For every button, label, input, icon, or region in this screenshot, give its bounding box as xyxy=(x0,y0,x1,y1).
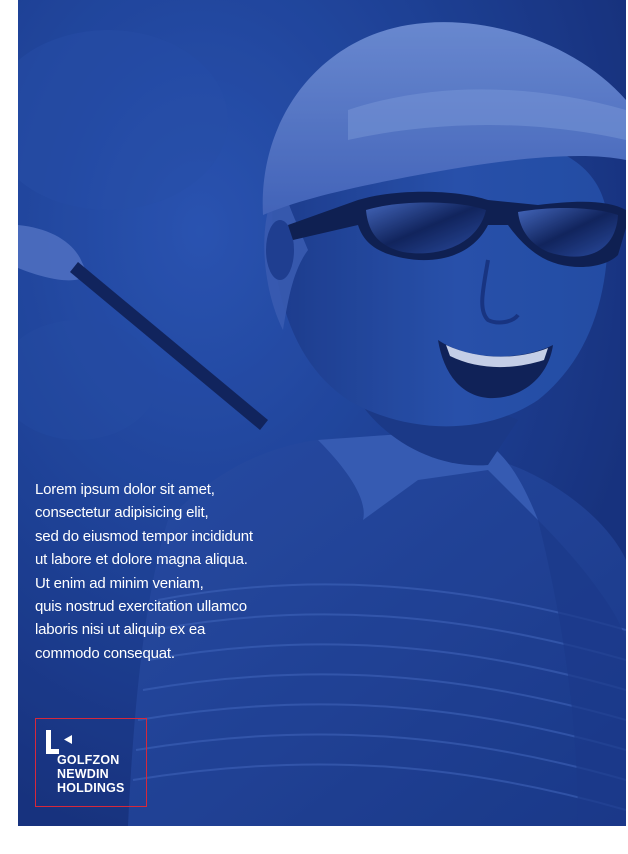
body-line: Ut enim ad minim veniam, xyxy=(35,574,204,592)
golfer-photo xyxy=(18,0,626,826)
body-line: laboris nisi ut aliquip ex ea xyxy=(35,621,206,639)
company-logo: GOLFZON NEWDIN HOLDINGS xyxy=(35,718,147,807)
logo-word: NEWDIN xyxy=(57,767,109,781)
body-line: quis nostrud exercitation ullamco xyxy=(35,598,247,616)
body-line: commodo consequat. xyxy=(35,644,175,662)
body-paragraph: Lorem ipsum dolor sit amet, consectetur … xyxy=(35,478,335,665)
body-line: consectetur adipisicing elit, xyxy=(35,504,209,522)
logo-word: HOLDINGS xyxy=(57,781,125,795)
golfzon-logo-mark-icon xyxy=(46,730,72,754)
brochure-page: Lorem ipsum dolor sit amet, consectetur … xyxy=(0,0,628,854)
body-line: sed do eiusmod tempor incididunt xyxy=(35,527,253,545)
body-line: ut labore et dolore magna aliqua. xyxy=(35,551,248,569)
body-line: Lorem ipsum dolor sit amet, xyxy=(35,481,215,498)
golfer-illustration xyxy=(18,0,626,826)
logo-word: GOLFZON xyxy=(57,753,120,767)
logo-wordmark: GOLFZON NEWDIN HOLDINGS xyxy=(57,753,125,795)
